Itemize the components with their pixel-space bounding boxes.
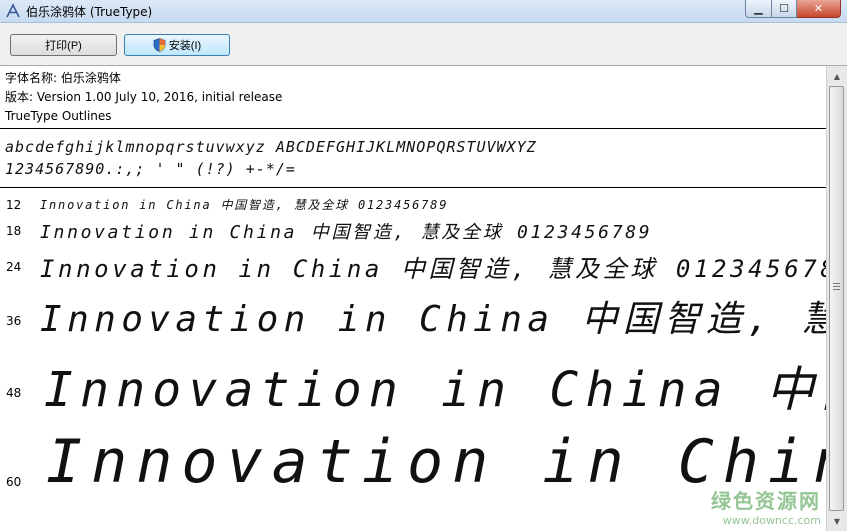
close-button[interactable]: ✕	[797, 0, 841, 18]
scroll-down-button[interactable]: ▼	[829, 513, 845, 529]
minimize-icon: ▁	[754, 2, 763, 15]
sample-text: Innovation in China 中国	[44, 362, 826, 418]
sample-text: Innovation in China 中国智造, 慧	[40, 299, 826, 340]
uac-shield-icon	[153, 38, 166, 52]
scroll-up-button[interactable]: ▲	[829, 68, 845, 84]
size-label: 18	[6, 224, 22, 238]
size-label: 24	[6, 260, 22, 274]
version-line: 版本: Version 1.00 July 10, 2016, initial …	[5, 90, 283, 104]
print-button[interactable]: 打印(P)	[10, 34, 117, 56]
size-label: 60	[6, 475, 22, 489]
charset-letters: abcdefghijklmnopqrstuvwxyz ABCDEFGHIJKLM…	[5, 138, 537, 156]
print-button-label: 打印(P)	[45, 40, 82, 52]
charset-symbols: 1234567890.:,; ' " (!?) +-*/=	[5, 160, 296, 178]
font-a-icon	[6, 3, 20, 18]
divider	[0, 187, 826, 188]
sample-text: Innovation in China 中国智造, 慧及全球 012345678…	[40, 222, 653, 243]
grip-line	[833, 286, 840, 287]
maximize-icon: ☐	[779, 2, 789, 15]
install-button-label: 安装(I)	[168, 40, 202, 52]
grip-line	[833, 283, 840, 284]
size-label: 48	[6, 386, 22, 400]
toolbar: 打印(P) 安装(I)	[0, 23, 847, 66]
font-info: 字体名称: 伯乐涂鸦体 版本: Version 1.00 July 10, 20…	[5, 69, 282, 126]
size-label: 12	[6, 198, 22, 212]
minimize-button[interactable]: ▁	[745, 0, 772, 18]
grip-line	[833, 289, 840, 290]
arrow-down-icon: ▼	[833, 516, 841, 526]
character-set: abcdefghijklmnopqrstuvwxyz ABCDEFGHIJKLM…	[5, 136, 537, 180]
outline-type-line: TrueType Outlines	[5, 109, 112, 123]
font-name-line: 字体名称: 伯乐涂鸦体	[5, 71, 121, 85]
window-controls: ▁ ☐ ✕	[745, 0, 841, 18]
sample-text: Innovation in China 中国智造, 慧及全球 012345678…	[40, 198, 449, 212]
title-bar[interactable]: 伯乐涂鸦体 (TrueType) ▁ ☐ ✕	[0, 0, 847, 23]
divider	[0, 128, 826, 129]
arrow-up-icon: ▲	[833, 71, 841, 81]
sample-text: Innovation in China	[46, 427, 826, 497]
close-icon: ✕	[813, 2, 824, 15]
size-label: 36	[6, 314, 22, 328]
font-preview-pane: 字体名称: 伯乐涂鸦体 版本: Version 1.00 July 10, 20…	[0, 66, 826, 531]
window-title: 伯乐涂鸦体 (TrueType)	[26, 5, 153, 19]
maximize-button[interactable]: ☐	[772, 0, 797, 18]
vertical-scrollbar[interactable]: ▲ ▼	[826, 66, 847, 531]
sample-text: Innovation in China 中国智造, 慧及全球 012345678…	[40, 255, 826, 283]
install-button[interactable]: 安装(I)	[124, 34, 230, 56]
scroll-thumb[interactable]	[829, 86, 844, 511]
